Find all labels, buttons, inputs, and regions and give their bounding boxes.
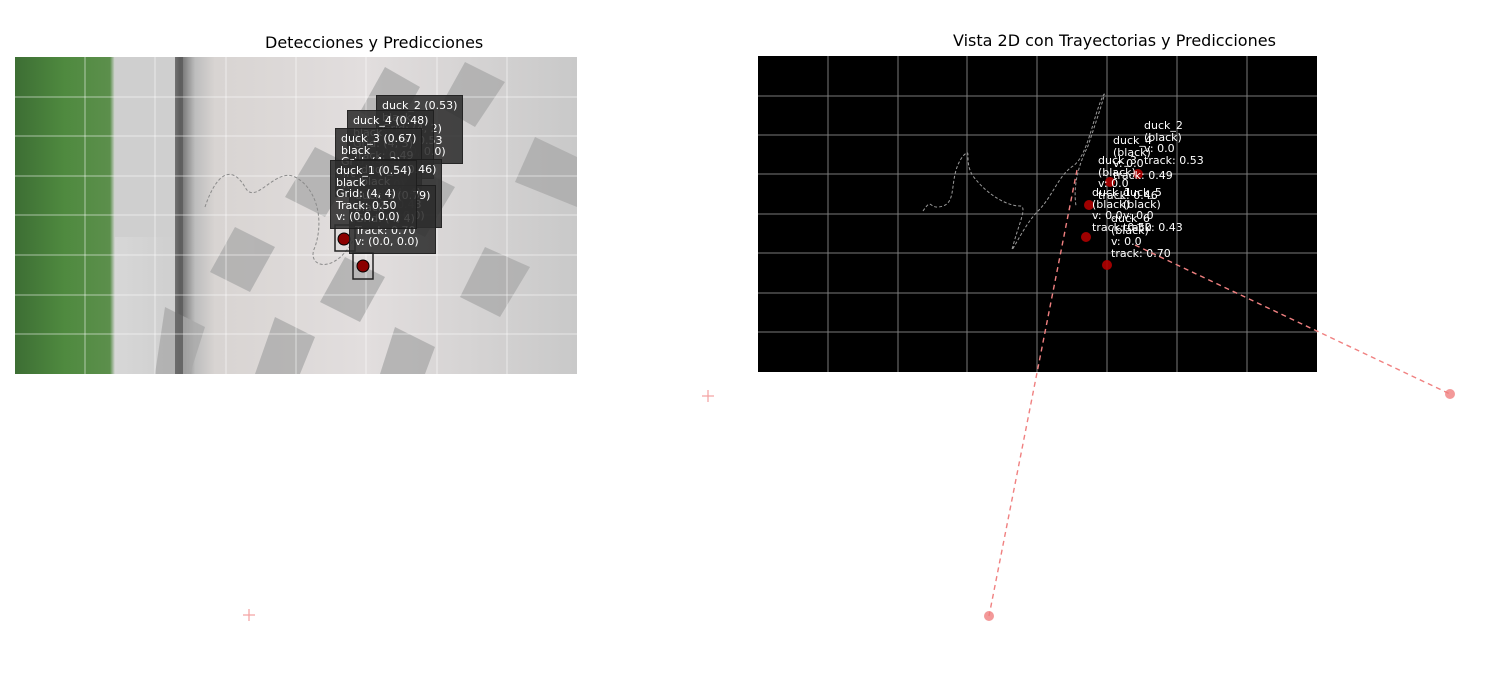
view-dot-5: [1102, 260, 1112, 270]
view-dot-4: [1081, 232, 1091, 242]
detection-dot-duck-6: [356, 259, 370, 273]
view-grid: [758, 56, 1317, 372]
prediction-endpoint-2: [1445, 389, 1455, 399]
view-label-duck-6: duck_6 (black) v: 0.0 track: 0.70: [1111, 212, 1171, 260]
detection-image-panel: duck_2 (0.53) black Grid: (4, 2) Track: …: [15, 57, 577, 374]
right-panel-title: Vista 2D con Trayectorias y Predicciones: [953, 31, 1276, 50]
label-duck-1: duck_1 (0.54) black Grid: (4, 4) Track: …: [330, 160, 418, 229]
prediction-endpoint-1: [984, 611, 994, 621]
image-grid: [15, 57, 577, 374]
detection-image-overlay: [15, 57, 577, 374]
bench: [115, 57, 175, 237]
left-panel-title: Detecciones y Predicciones: [265, 33, 484, 52]
trajectory-view-panel: duck_2 (black) v: 0.0 track: 0.53 duck_4…: [758, 56, 1317, 372]
prediction-cross-2: [243, 609, 255, 621]
trajectory-view-plot: [758, 56, 1317, 372]
prediction-cross-1: [702, 390, 714, 402]
trajectory-path: [922, 93, 1105, 250]
